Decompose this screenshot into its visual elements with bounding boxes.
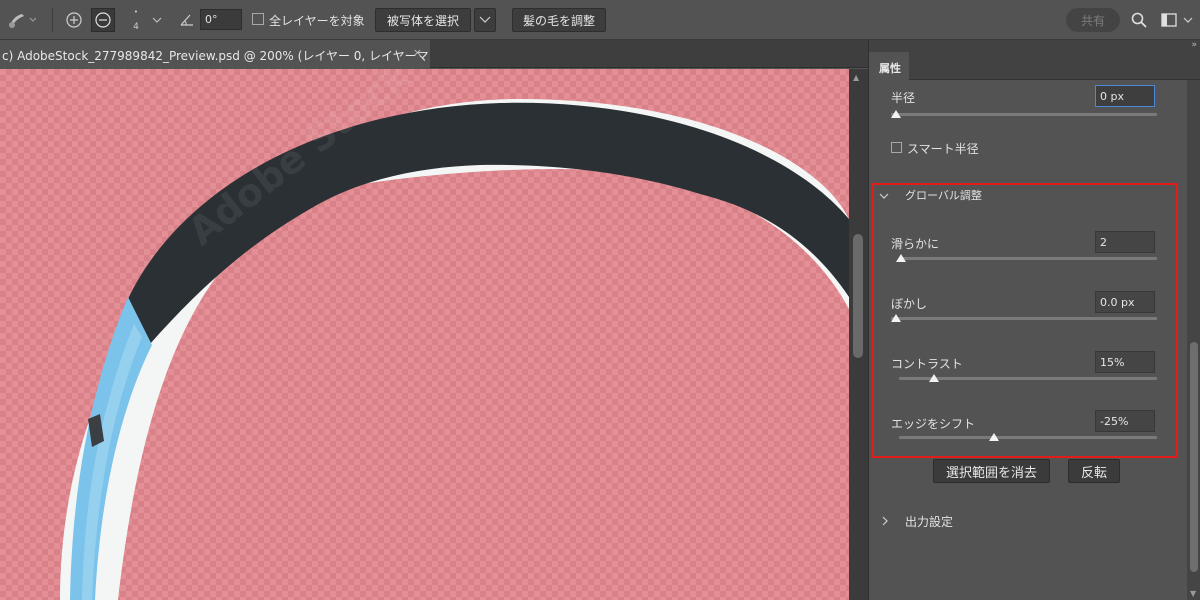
- feather-slider-knob[interactable]: [891, 314, 901, 322]
- smooth-label: 滑らかに: [891, 237, 940, 251]
- smart-radius-label: スマート半径: [907, 142, 979, 156]
- smooth-input[interactable]: 2: [1095, 231, 1155, 253]
- search-icon[interactable]: [1130, 11, 1148, 29]
- radius-slider-knob[interactable]: [891, 110, 901, 118]
- chevron-down-icon: [479, 16, 491, 23]
- shift-edge-slider[interactable]: [899, 436, 1157, 439]
- select-subject-button[interactable]: 被写体を選択: [375, 8, 471, 32]
- canvas-vertical-scrollbar[interactable]: ▲: [849, 69, 868, 600]
- scroll-down-icon[interactable]: ▼: [1190, 589, 1196, 598]
- document-tab[interactable]: c) AdobeStock_277989842_Preview.psd @ 20…: [0, 40, 430, 68]
- chevron-right-icon[interactable]: [881, 515, 889, 529]
- document-tab-bar: c) AdobeStock_277989842_Preview.psd @ 20…: [0, 40, 868, 68]
- angle-icon: [178, 11, 196, 29]
- tab-properties[interactable]: 属性: [869, 52, 909, 80]
- document-tab-title: c) AdobeStock_277989842_Preview.psd @ 20…: [2, 49, 430, 63]
- subtract-from-selection-icon[interactable]: [91, 8, 115, 32]
- contrast-slider-knob[interactable]: [929, 374, 939, 382]
- select-subject-dropdown[interactable]: [474, 8, 496, 32]
- quick-selection-tool-icon[interactable]: [4, 10, 38, 30]
- smooth-slider[interactable]: [899, 257, 1157, 260]
- share-button[interactable]: 共有: [1066, 8, 1120, 32]
- radius-label: 半径: [891, 91, 916, 105]
- workspace-icon[interactable]: [1160, 11, 1178, 29]
- panel-scrollbar[interactable]: ▼: [1187, 80, 1200, 600]
- scrollbar-thumb[interactable]: [853, 234, 863, 358]
- feather-input[interactable]: 0.0 px: [1095, 291, 1155, 313]
- feather-slider[interactable]: [891, 317, 1157, 320]
- angle-input[interactable]: 0°: [200, 9, 242, 30]
- chevron-down-icon[interactable]: [1182, 14, 1194, 26]
- output-settings-header[interactable]: 出力設定: [905, 513, 953, 530]
- sample-all-layers-label: 全レイヤーを対象: [269, 14, 365, 28]
- headband-image: [60, 99, 849, 600]
- global-refinements-header[interactable]: グローバル調整: [905, 187, 982, 203]
- scroll-up-icon[interactable]: ▲: [853, 73, 859, 82]
- panel-tab-bar: » 属性: [869, 40, 1200, 80]
- collapse-panel-icon[interactable]: »: [1191, 40, 1197, 50]
- clear-selection-button[interactable]: 選択範囲を消去: [933, 459, 1050, 483]
- contrast-input[interactable]: 15%: [1095, 351, 1155, 373]
- shift-edge-label: エッジをシフト: [891, 417, 976, 431]
- chevron-down-icon[interactable]: [150, 13, 164, 27]
- radius-slider[interactable]: [891, 113, 1157, 116]
- shift-edge-input[interactable]: -25%: [1095, 410, 1155, 432]
- chevron-down-icon[interactable]: [879, 190, 889, 204]
- panel-scrollbar-thumb[interactable]: [1190, 342, 1198, 572]
- brush-size-value: 4: [133, 21, 139, 32]
- contrast-label: コントラスト: [891, 357, 963, 371]
- sample-all-layers-checkbox[interactable]: [252, 13, 264, 28]
- options-bar: • 4 0° 全レイヤーを対象 被写体を選択 髪の毛を調整 共有: [0, 0, 1200, 40]
- smart-radius-checkbox[interactable]: [891, 142, 902, 156]
- document-canvas[interactable]: Adobe Stock: [0, 69, 849, 600]
- brush-size-picker[interactable]: • 4: [128, 6, 144, 34]
- refine-hair-button[interactable]: 髪の毛を調整: [512, 8, 606, 32]
- radius-input[interactable]: 0 px: [1095, 85, 1155, 107]
- add-to-selection-icon[interactable]: [64, 10, 84, 30]
- properties-panel: » 属性 半径 0 px スマート半径 グローバル調整 滑らかに 2 ぼかし 0…: [868, 40, 1200, 600]
- shift-edge-slider-knob[interactable]: [989, 433, 999, 441]
- feather-label: ぼかし: [891, 297, 928, 311]
- smooth-slider-knob[interactable]: [896, 254, 906, 262]
- invert-button[interactable]: 反転: [1068, 459, 1120, 483]
- close-icon[interactable]: ×: [413, 46, 422, 59]
